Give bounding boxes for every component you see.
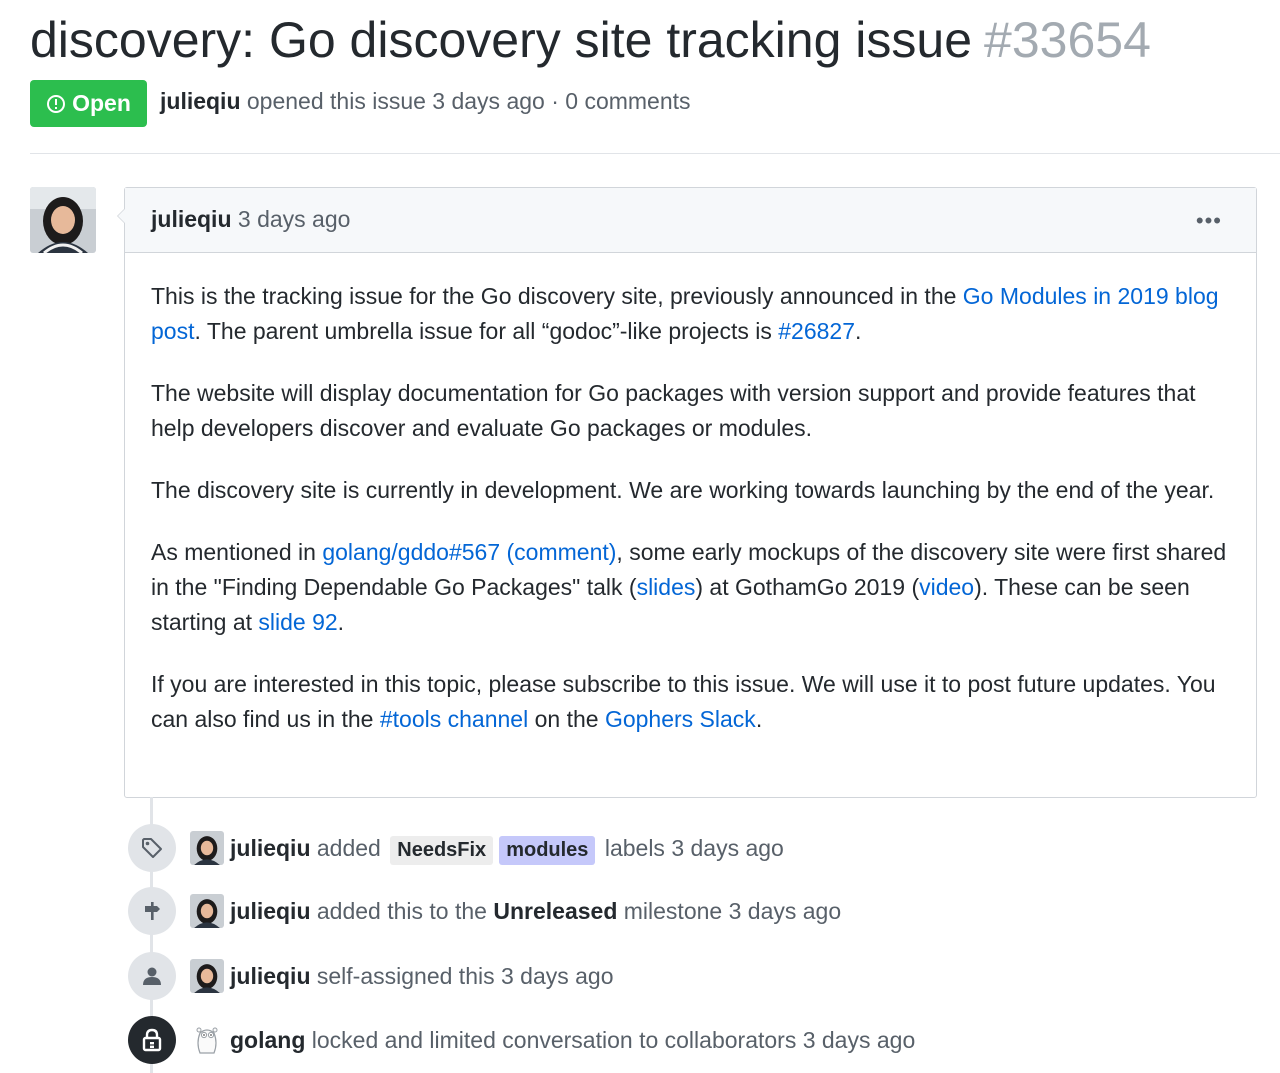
text: As mentioned in	[151, 539, 323, 565]
text: labels 3 days ago	[604, 835, 784, 861]
issue-state-label: Open	[72, 90, 131, 116]
text: added this to the	[316, 898, 487, 924]
tools-channel-link[interactable]: #tools channel	[380, 706, 528, 732]
text: . The parent umbrella issue for all “god…	[194, 318, 779, 344]
actor-link[interactable]: golang	[230, 1027, 305, 1053]
text: .	[755, 706, 763, 732]
lock-icon	[128, 1016, 176, 1064]
event-text: julieqiu self-assigned this 3 days ago	[230, 961, 614, 991]
event-text: julieqiu added NeedsFix modules labels 3 …	[230, 833, 784, 865]
issue-opened-icon	[47, 94, 66, 113]
comment-menu-button[interactable]: •••	[1196, 208, 1222, 234]
avatar-image	[30, 187, 96, 253]
tag-icon	[128, 824, 176, 872]
text: added	[316, 835, 381, 861]
event-text: golang locked and limited conversation t…	[230, 1025, 915, 1055]
avatar[interactable]	[190, 959, 224, 993]
issue-author-link[interactable]: julieqiu	[160, 88, 241, 114]
comment-author-line: julieqiu 3 days ago	[151, 206, 350, 233]
comment-timestamp[interactable]: 3 days ago	[238, 206, 351, 232]
issue-comment: julieqiu 3 days ago ••• This is the trac…	[117, 187, 1257, 798]
header-divider	[30, 153, 1280, 154]
video-link[interactable]: video	[919, 574, 974, 600]
slide-92-link[interactable]: slide 92	[258, 609, 337, 635]
milestone-icon	[128, 887, 176, 935]
comment-author-link[interactable]: julieqiu	[151, 206, 232, 232]
timeline-event-locked: golang locked and limited conversation t…	[128, 1016, 1128, 1064]
actor-link[interactable]: julieqiu	[230, 898, 311, 924]
text: ) at GothamGo 2019 (	[695, 574, 920, 600]
gophers-slack-link[interactable]: Gophers Slack	[605, 706, 756, 732]
avatar[interactable]	[190, 831, 224, 865]
gddo-comment-link[interactable]: golang/gddo#567 (comment)	[322, 539, 616, 565]
comment-paragraph: The website will display documentation f…	[151, 380, 1196, 441]
gopher-avatar[interactable]	[190, 1023, 224, 1057]
text: self-assigned this 3 days ago	[316, 963, 614, 989]
slides-link[interactable]: slides	[637, 574, 696, 600]
actor-link[interactable]: julieqiu	[230, 963, 311, 989]
issue-meta: julieqiu opened this issue 3 days ago · …	[160, 88, 691, 115]
text: .	[855, 318, 862, 344]
timeline-event-milestoned: julieqiu added this to the Unreleased mi…	[128, 887, 1028, 935]
actor-link[interactable]: julieqiu	[230, 835, 311, 861]
comment-paragraph: This is the tracking issue for the Go di…	[151, 279, 1230, 349]
issue-title-text: discovery: Go discovery site tracking is…	[30, 12, 973, 68]
comment-paragraph: As mentioned in golang/gddo#567 (comment…	[151, 535, 1230, 640]
timeline-event-labeled: julieqiu added NeedsFix modules labels 3 …	[128, 824, 1028, 872]
comment-paragraph: If you are interested in this topic, ple…	[151, 667, 1230, 737]
issue-meta-text: opened this issue 3 days ago · 0 comment…	[246, 88, 691, 114]
text: This is the tracking issue for the Go di…	[151, 283, 963, 309]
comment-paragraph: The discovery site is currently in devel…	[151, 477, 1215, 503]
avatar[interactable]	[30, 187, 96, 253]
text: milestone 3 days ago	[623, 898, 842, 924]
issue-number: #33654	[984, 12, 1151, 68]
umbrella-issue-link[interactable]: #26827	[778, 318, 855, 344]
comment-header: julieqiu 3 days ago •••	[125, 188, 1256, 253]
timeline-event-assigned: julieqiu self-assigned this 3 days ago	[128, 952, 1028, 1000]
milestone-link[interactable]: Unreleased	[493, 898, 617, 924]
event-text: julieqiu added this to the Unreleased mi…	[230, 896, 841, 926]
issue-state-badge: Open	[30, 80, 147, 127]
text: on the	[528, 706, 605, 732]
avatar[interactable]	[190, 894, 224, 928]
text: locked and limited conversation to colla…	[311, 1027, 916, 1053]
text: .	[337, 609, 345, 635]
issue-title: discovery: Go discovery site tracking is…	[30, 8, 1151, 72]
label-needsfix[interactable]: NeedsFix	[390, 836, 494, 865]
person-icon	[128, 952, 176, 1000]
comment-body: This is the tracking issue for the Go di…	[125, 253, 1256, 737]
label-modules[interactable]: modules	[499, 836, 596, 865]
